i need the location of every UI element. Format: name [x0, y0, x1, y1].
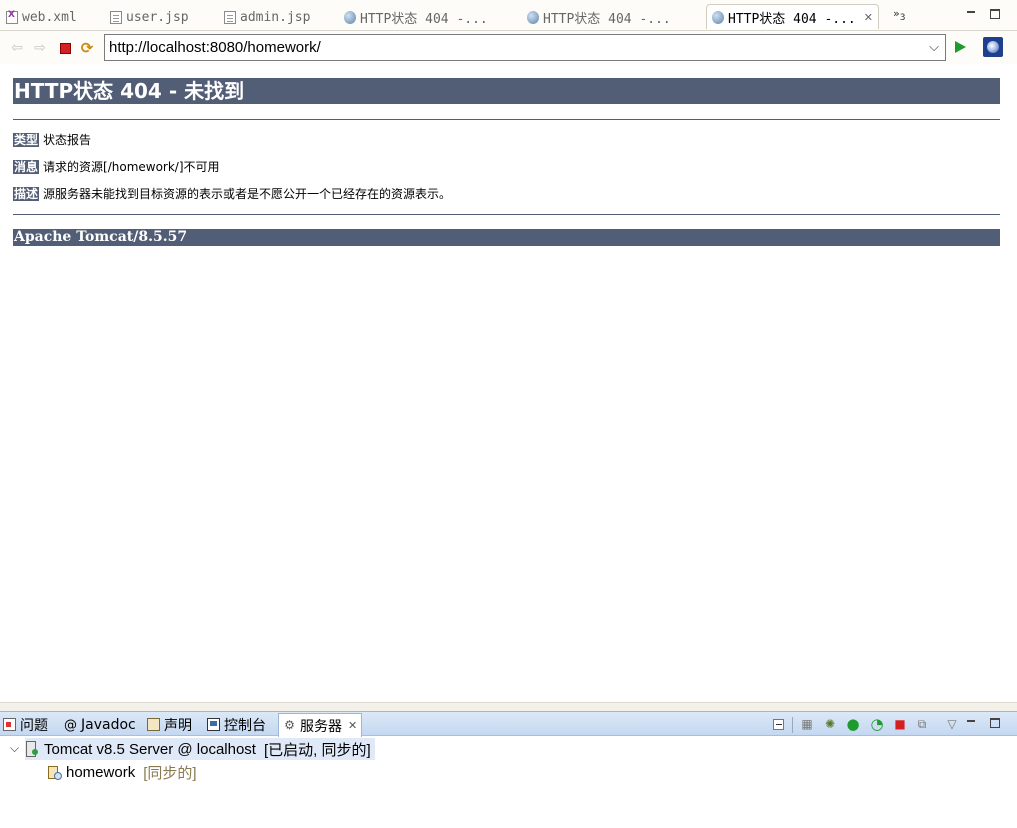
- view-menu-icon[interactable]: ▽: [944, 716, 960, 732]
- jsp-file-icon: [110, 10, 122, 24]
- browser-toolbar: ⇦ ⇨ ⟳ http://localhost:8080/homework/ ⌵: [0, 31, 1017, 64]
- message-label: 消息: [13, 160, 40, 174]
- type-value: 状态报告: [43, 133, 92, 147]
- tab-label: HTTP状态 404 -...: [728, 11, 856, 27]
- console-icon: [207, 718, 220, 731]
- tab-label: admin.jsp: [240, 9, 311, 25]
- tab-admin-jsp[interactable]: admin.jsp: [224, 6, 310, 28]
- globe-icon: [344, 10, 356, 24]
- tab-label: 控制台: [224, 717, 266, 734]
- server-footer: Apache Tomcat/8.5.57: [13, 229, 1000, 246]
- tab-label: 问题: [20, 717, 48, 734]
- minimize-icon[interactable]: [966, 9, 976, 19]
- disconnect-icon[interactable]: ⧉: [914, 716, 930, 732]
- minimize-icon[interactable]: [966, 718, 976, 728]
- tab-overflow-button[interactable]: »3: [893, 7, 905, 23]
- message-row: 消息 请求的资源[/homework/]不可用: [13, 160, 1000, 174]
- stop-server-icon[interactable]: ■: [892, 716, 908, 732]
- maximize-icon[interactable]: [990, 718, 1000, 728]
- globe-icon: [527, 10, 539, 24]
- tab-label: user.jsp: [126, 9, 189, 25]
- tab-user-jsp[interactable]: user.jsp: [110, 6, 189, 28]
- server-state: [已启动, 同步的]: [263, 741, 371, 759]
- tab-label: 声明: [164, 717, 192, 734]
- views-tab-bar: 问题 @ Javadoc 声明 控制台 ⚙ 服务器 ✕ ▦ ✺ ● ◔ ■ ⧉ …: [0, 711, 1017, 737]
- description-row: 描述 源服务器未能找到目标资源的表示或者是不愿公开一个已经存在的资源表示。: [13, 187, 1000, 201]
- description-label: 描述: [13, 187, 40, 201]
- tab-http-404-1[interactable]: HTTP状态 404 -...: [344, 6, 488, 28]
- tab-label: HTTP状态 404 -...: [543, 11, 671, 27]
- tab-problems[interactable]: 问题: [3, 714, 48, 735]
- divider: [13, 119, 1000, 120]
- tab-declaration[interactable]: 声明: [147, 714, 192, 735]
- page-title: HTTP状态 404 - 未找到: [13, 78, 1000, 104]
- back-arrow-icon[interactable]: ⇦: [9, 40, 25, 56]
- tab-javadoc[interactable]: @ Javadoc: [64, 714, 136, 735]
- tab-web-xml[interactable]: web.xml: [6, 6, 77, 28]
- module-name: homework: [66, 763, 136, 781]
- at-icon: @: [64, 718, 77, 733]
- tab-console[interactable]: 控制台: [207, 714, 266, 735]
- eclipse-icon[interactable]: [983, 37, 1003, 57]
- declaration-icon: [147, 718, 160, 731]
- close-icon[interactable]: ✕: [864, 11, 873, 24]
- editor-tab-bar: web.xml user.jsp admin.jsp HTTP状态 404 -.…: [0, 0, 1017, 31]
- url-text: http://localhost:8080/homework/: [109, 39, 321, 56]
- publish-icon[interactable]: ▦: [799, 716, 815, 732]
- profile-icon[interactable]: ◔: [869, 715, 885, 733]
- refresh-icon[interactable]: ⟳: [79, 39, 95, 57]
- forward-arrow-icon[interactable]: ⇨: [32, 40, 48, 56]
- tab-label: HTTP状态 404 -...: [360, 11, 488, 27]
- go-play-icon[interactable]: [955, 41, 966, 53]
- web-module-icon: [47, 765, 62, 780]
- xml-file-icon: [6, 10, 18, 24]
- tab-label: Javadoc: [81, 716, 136, 733]
- tab-http-404-active[interactable]: HTTP状态 404 -... ✕: [706, 4, 879, 29]
- server-name: Tomcat v8.5 Server @ localhost: [44, 740, 256, 758]
- servers-tree: ⌵ Tomcat v8.5 Server @ localhost [已启动, 同…: [0, 737, 1017, 828]
- start-server-icon[interactable]: ●: [845, 715, 861, 733]
- debug-icon[interactable]: ✺: [822, 716, 838, 732]
- type-row: 类型 状态报告: [13, 133, 1000, 147]
- module-state: [同步的]: [143, 764, 197, 782]
- stop-icon[interactable]: [57, 40, 73, 56]
- module-node[interactable]: homework [同步的]: [47, 761, 197, 783]
- type-label: 类型: [13, 133, 40, 147]
- maximize-icon[interactable]: [990, 9, 1000, 19]
- toolbar-separator: [792, 717, 793, 733]
- message-value: 请求的资源[/homework/]不可用: [43, 160, 220, 174]
- chevron-down-icon[interactable]: ⌵: [929, 39, 939, 55]
- description-value: 源服务器未能找到目标资源的表示或者是不愿公开一个已经存在的资源表示。: [43, 187, 452, 201]
- server-node[interactable]: Tomcat v8.5 Server @ localhost [已启动, 同步的…: [25, 738, 375, 760]
- problems-icon: [3, 718, 16, 731]
- chevron-down-icon[interactable]: ⌵: [10, 741, 19, 756]
- tab-http-404-2[interactable]: HTTP状态 404 -...: [527, 6, 671, 28]
- jsp-file-icon: [224, 10, 236, 24]
- globe-icon: [712, 10, 724, 24]
- error-page: HTTP状态 404 - 未找到 类型 状态报告 消息 请求的资源[/homew…: [13, 78, 1000, 246]
- close-icon[interactable]: ✕: [348, 719, 357, 732]
- servers-icon: ⚙: [284, 718, 295, 732]
- url-input[interactable]: http://localhost:8080/homework/ ⌵: [104, 34, 946, 61]
- tab-label: web.xml: [22, 9, 77, 25]
- tab-label: 服务器: [300, 718, 342, 735]
- tab-servers[interactable]: ⚙ 服务器 ✕: [278, 713, 363, 737]
- divider: [13, 214, 1000, 215]
- collapse-all-icon[interactable]: [773, 719, 784, 730]
- server-icon: [25, 741, 39, 757]
